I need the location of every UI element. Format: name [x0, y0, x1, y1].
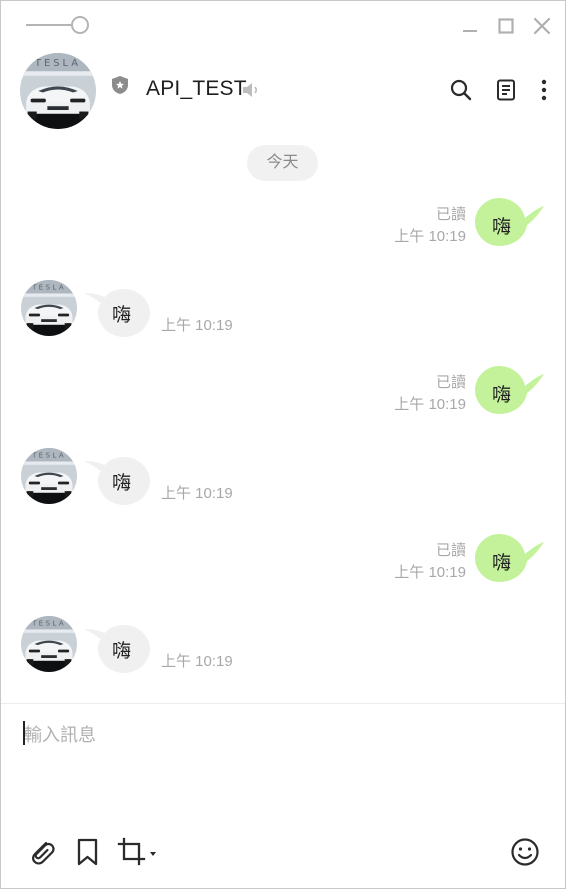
notes-icon[interactable] [494, 78, 518, 102]
message-time: 上午 10:19 [394, 396, 466, 413]
more-icon[interactable] [532, 78, 556, 102]
message-time: 上午 10:19 [161, 485, 233, 502]
screenshot-icon[interactable] [116, 836, 160, 868]
slider-knob[interactable] [71, 16, 89, 34]
chat-title: API_TEST [146, 77, 247, 100]
read-receipt: 已讀 [435, 206, 466, 223]
message-input[interactable] [18, 715, 558, 837]
chat-header: API_TEST [0, 48, 566, 134]
message-text: 嗨 [492, 553, 512, 574]
read-receipt: 已讀 [435, 542, 466, 559]
attach-icon[interactable] [26, 836, 58, 868]
minimize-icon[interactable] [457, 13, 483, 39]
bookmark-icon[interactable] [72, 836, 104, 868]
sender-avatar[interactable] [21, 616, 77, 672]
sender-avatar[interactable] [21, 280, 77, 336]
text-caret [23, 721, 25, 745]
search-icon[interactable] [449, 78, 473, 102]
chat-avatar[interactable] [20, 53, 96, 129]
message-text: 嗨 [112, 473, 132, 494]
sender-avatar[interactable] [21, 448, 77, 504]
slider-track[interactable] [26, 24, 72, 26]
close-icon[interactable] [529, 13, 555, 39]
maximize-icon[interactable] [493, 13, 519, 39]
title-bar [0, 0, 566, 50]
message-time: 上午 10:19 [394, 564, 466, 581]
shield-icon [112, 76, 128, 94]
message-text: 嗨 [492, 217, 512, 238]
read-receipt: 已讀 [435, 374, 466, 391]
date-separator: 今天 [247, 145, 318, 181]
emoji-icon[interactable] [509, 836, 541, 868]
message-time: 上午 10:19 [161, 653, 233, 670]
message-text: 嗨 [492, 385, 512, 406]
speaker-icon[interactable] [241, 80, 263, 100]
composer-divider [0, 703, 566, 704]
message-text: 嗨 [112, 305, 132, 326]
message-time: 上午 10:19 [394, 228, 466, 245]
message-text: 嗨 [112, 641, 132, 662]
message-time: 上午 10:19 [161, 317, 233, 334]
